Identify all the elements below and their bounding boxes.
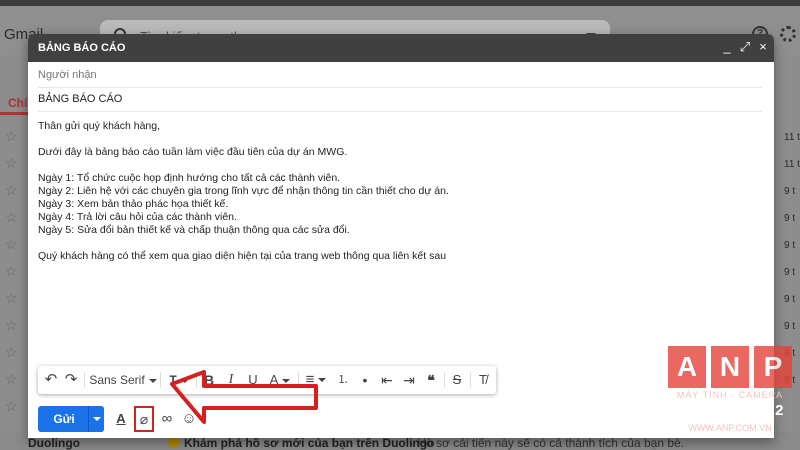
quote-button[interactable]: ❝	[422, 366, 440, 394]
list-item-date: 9 t	[784, 240, 796, 251]
send-button-label: Gửi	[53, 412, 75, 426]
anp-logo: A N P	[668, 346, 792, 388]
compose-header[interactable]: BẢNG BÁO CÁO _ ⤢ ×	[28, 34, 774, 62]
star-icon[interactable]: ☆	[5, 344, 18, 361]
star-icon[interactable]: ☆	[5, 182, 18, 199]
font-family-select[interactable]: Sans Serif	[88, 366, 158, 394]
compose-window: BẢNG BÁO CÁO _ ⤢ × Người nhận BẢNG BÁO C…	[28, 34, 774, 438]
list-item-date: 9 t	[784, 294, 796, 305]
send-options-button[interactable]	[88, 406, 104, 432]
subject-field[interactable]: BẢNG BÁO CÁO	[38, 88, 762, 112]
body-day-line: Ngày 2: Liên hệ với các chuyên gia trong…	[38, 185, 449, 197]
tab-active-indicator	[0, 112, 28, 115]
list-item-date: 9 t	[784, 321, 796, 332]
star-icon[interactable]: ☆	[5, 290, 18, 307]
watermark-tagline: MÁY TÍNH - CAMERA	[676, 390, 784, 400]
list-item-date: 11 t	[784, 159, 800, 170]
star-icon[interactable]: ☆	[5, 155, 18, 172]
remove-formatting-button[interactable]: T̸	[474, 366, 492, 394]
star-icon[interactable]: ☆	[5, 317, 18, 334]
body-closing: Quý khách hàng có thể xem qua giao diện …	[38, 250, 447, 262]
email-snippet: - Hồ sơ cải tiến này sẽ có cả thành tích…	[410, 436, 685, 450]
watermark-phone: 098 772 0 772	[675, 402, 785, 419]
list-item-date: 9 t	[784, 267, 796, 278]
gear-icon[interactable]	[780, 26, 796, 42]
redo-icon[interactable]: ↷	[62, 366, 80, 394]
undo-icon[interactable]: ↶	[42, 366, 60, 394]
inbox-list-left	[0, 56, 28, 450]
recipients-field[interactable]: Người nhận	[38, 64, 762, 88]
star-icon[interactable]: ☆	[5, 236, 18, 253]
star-icon[interactable]: ☆	[5, 209, 18, 226]
body-day-line: Ngày 3: Xem bản thảo phác họa thiết kế.	[38, 198, 229, 210]
indent-less-button[interactable]: ⇤	[378, 366, 396, 394]
star-icon[interactable]: ☆	[5, 263, 18, 280]
email-sender: Duolingo	[28, 436, 80, 450]
email-subject: Khám phá hồ sơ mới của bạn trên Duolingo	[184, 436, 435, 450]
star-icon[interactable]: ☆	[5, 128, 18, 145]
strikethrough-button[interactable]: S	[448, 366, 466, 394]
numbered-list-button[interactable]: ⒈	[334, 366, 352, 394]
body-day-line: Ngày 5: Sửa đổi bản thiết kế và chấp thu…	[38, 224, 350, 236]
close-icon[interactable]: ×	[756, 39, 770, 55]
formatting-options-icon[interactable]: A	[112, 410, 130, 428]
body-day-line: Ngày 1: Tổ chức cuộc họp định hướng cho …	[38, 172, 341, 184]
list-item-date: 9 t	[784, 186, 796, 197]
body-intro: Dưới đây là bảng báo cáo tuần làm việc đ…	[38, 146, 348, 158]
annotation-arrow	[170, 370, 318, 424]
attach-file-icon[interactable]: ⌀	[135, 410, 153, 428]
list-item-date: 11 t	[784, 132, 800, 143]
star-icon[interactable]: ☆	[5, 398, 18, 415]
expand-icon[interactable]: ⤢	[738, 39, 752, 55]
emoji-icon	[168, 437, 179, 448]
indent-more-button[interactable]: ⇥	[400, 366, 418, 394]
star-icon[interactable]: ☆	[5, 371, 18, 388]
message-body[interactable]: Thân gửi quý khách hàng, Dưới đây là bản…	[38, 120, 762, 263]
body-greeting: Thân gửi quý khách hàng,	[38, 120, 161, 132]
bulleted-list-button[interactable]: •	[356, 366, 374, 394]
anp-watermark: A N P MÁY TÍNH - CAMERA 098 772 0 772 WW…	[668, 346, 792, 438]
list-item-date: 9 t	[784, 213, 796, 224]
watermark-website: WWW.ANP.COM.VN	[688, 423, 772, 433]
body-day-line: Ngày 4: Trả lời câu hỏi của các thành vi…	[38, 211, 237, 223]
compose-title: BẢNG BÁO CÁO	[38, 42, 126, 54]
minimize-icon[interactable]: _	[720, 39, 734, 55]
